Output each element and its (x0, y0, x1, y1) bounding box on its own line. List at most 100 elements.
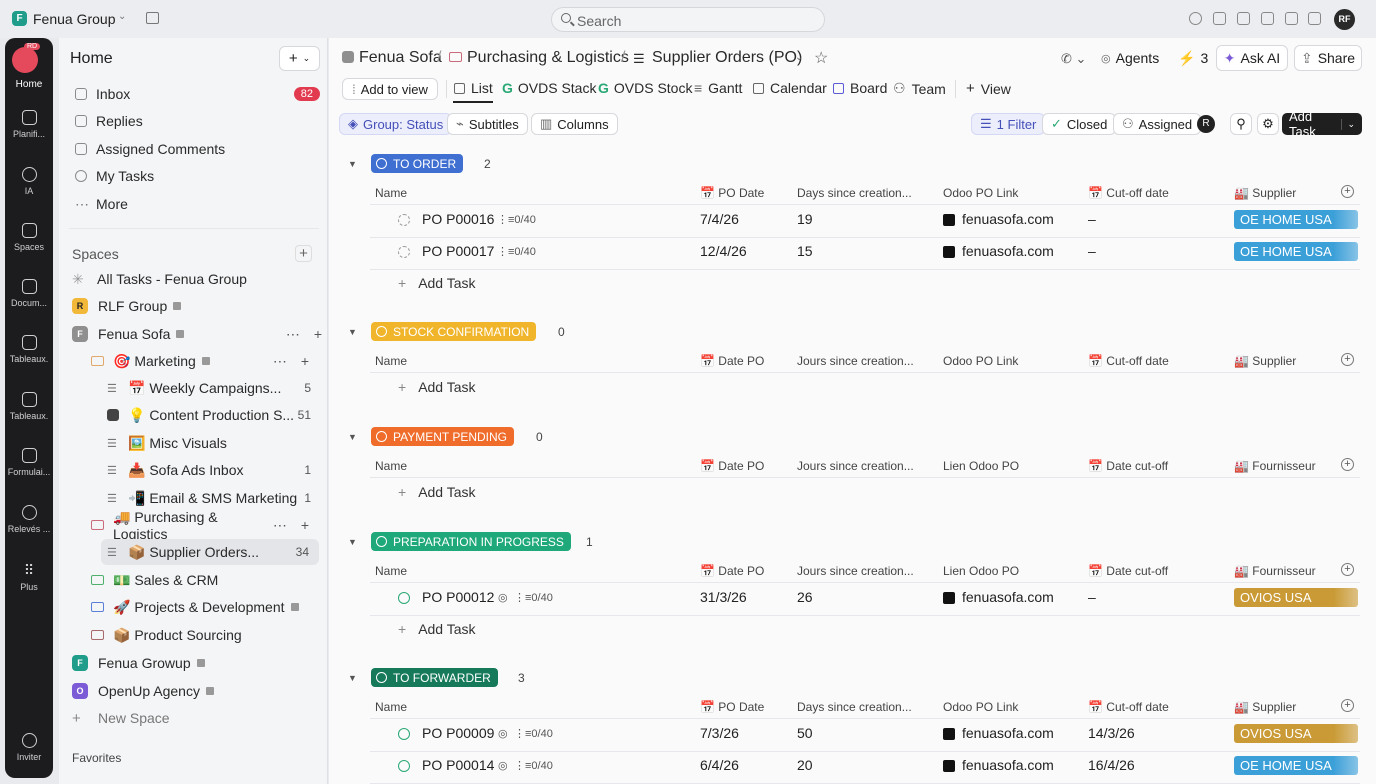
task-status-icon[interactable] (398, 246, 410, 258)
cutoff-cell[interactable]: – (1088, 589, 1096, 605)
subtitles-button[interactable]: ⌁ Subtitles (447, 113, 528, 135)
column-header[interactable]: Name (375, 459, 407, 473)
more-icon[interactable]: ⋯ (286, 326, 300, 343)
collapse-caret[interactable]: ▼ (348, 432, 357, 442)
task-status-icon[interactable] (398, 728, 410, 740)
rail-docs[interactable]: Docum... (5, 279, 53, 308)
column-header[interactable]: 📅 Cut-off date (1088, 354, 1169, 368)
star-icon[interactable]: ☆ (814, 48, 828, 68)
sidebar-folder-sourcing[interactable]: 📦 Product Sourcing (91, 622, 353, 648)
add-column-button[interactable]: + (1341, 563, 1354, 576)
chevron-down-icon[interactable]: ⌄ (118, 11, 126, 22)
home-icon[interactable] (12, 47, 38, 73)
rail-planning[interactable]: Planifi... (5, 110, 53, 139)
shield-icon[interactable] (1213, 12, 1226, 25)
column-header[interactable]: Name (375, 354, 407, 368)
collapse-caret[interactable]: ▼ (348, 537, 357, 547)
status-pill[interactable]: STOCK CONFIRMATION (371, 322, 537, 341)
po-date-cell[interactable]: 7/3/26 (700, 725, 739, 741)
column-header[interactable]: 🏭 Supplier (1234, 700, 1296, 714)
breadcrumb-space[interactable]: Fenua Sofa (359, 49, 442, 67)
breadcrumb-list[interactable]: Supplier Orders (PO) (652, 49, 802, 67)
plus-icon[interactable]: + (301, 353, 309, 370)
column-header[interactable]: 🏭 Fournisseur (1234, 459, 1316, 473)
chevron-down-icon[interactable]: ⌄ (795, 52, 803, 63)
sidebar-item-inbox[interactable]: Inbox 82 (75, 81, 337, 107)
add-task-row[interactable]: + Add Task (398, 621, 476, 637)
doc-icon[interactable] (1261, 12, 1274, 25)
rail-spaces[interactable]: Spaces (5, 223, 53, 252)
rail-whiteboards[interactable]: Tableaux. (5, 392, 53, 421)
more-icon[interactable]: ⋯ (273, 517, 287, 534)
sidebar-folder-projects[interactable]: 🚀 Projects & Development (91, 594, 321, 620)
supplier-tag[interactable]: OE HOME USA (1234, 210, 1358, 229)
plus-icon[interactable]: + (314, 326, 322, 343)
subtasks-indicator[interactable]: ⋮≡0/40 (514, 759, 553, 772)
row-actions[interactable]: ⋯ + (273, 517, 321, 534)
supplier-tag[interactable]: OE HOME USA (1234, 756, 1358, 775)
odoo-link-cell[interactable]: fenuasofa.com (943, 725, 1054, 741)
rail-home[interactable]: Home (5, 79, 53, 90)
add-column-button[interactable]: + (1341, 353, 1354, 366)
sidebar-space-fenua-growup[interactable]: F Fenua Growup (72, 650, 334, 676)
column-header[interactable]: Jours since creation... (797, 354, 914, 368)
link-text[interactable]: fenuasofa.com (962, 589, 1054, 605)
sidebar-space-rlf[interactable]: R RLF Group (72, 293, 334, 319)
add-view-button[interactable]: + View (966, 80, 1011, 97)
task-name[interactable]: PO P00017 (422, 243, 494, 259)
sidebar-item-my-tasks[interactable]: My Tasks (75, 163, 337, 189)
check-icon[interactable] (1189, 12, 1202, 25)
sidebar-item-all-tasks[interactable]: ✳ All Tasks - Fenua Group (72, 266, 334, 292)
task-name[interactable]: PO P00009 (422, 725, 494, 741)
odoo-link-cell[interactable]: fenuasofa.com (943, 589, 1054, 605)
new-space-button[interactable]: + New Space (72, 705, 334, 731)
task-name[interactable]: PO P00014 (422, 757, 494, 773)
create-button[interactable]: + ⌄ (279, 46, 320, 71)
status-pill[interactable]: TO FORWARDER (371, 668, 498, 687)
column-header[interactable]: Odoo PO Link (943, 186, 1018, 200)
phone-icon[interactable]: ✆ ⌄ (1061, 51, 1086, 67)
closed-button[interactable]: ✓ Closed (1042, 113, 1117, 135)
column-header[interactable]: 📅 PO Date (700, 186, 764, 200)
row-actions[interactable]: ⋯ + (273, 353, 321, 370)
favorites-label[interactable]: Favorites (72, 751, 121, 765)
rail-forms[interactable]: Formulai... (5, 448, 53, 477)
column-header[interactable]: Name (375, 564, 407, 578)
column-header[interactable]: 📅 Date PO (700, 564, 764, 578)
subtasks-indicator[interactable]: ⋮≡0/40 (497, 213, 536, 226)
column-header[interactable]: Jours since creation... (797, 459, 914, 473)
sidebar-space-fenua-sofa[interactable]: F Fenua Sofa ⋯ + (72, 321, 334, 347)
sidebar-item-replies[interactable]: Replies (75, 108, 337, 134)
supplier-tag[interactable]: OE HOME USA (1234, 242, 1358, 261)
sidebar-list-item[interactable]: ☰ 📲 Email & SMS Marketing 1 (107, 485, 321, 511)
status-pill[interactable]: TO ORDER (371, 154, 464, 173)
task-status-icon[interactable] (398, 214, 410, 226)
column-header[interactable]: 📅 PO Date (700, 700, 764, 714)
column-header[interactable]: 📅 Cut-off date (1088, 700, 1169, 714)
assigned-button[interactable]: ⚇ Assigned (1113, 113, 1202, 135)
add-column-button[interactable]: + (1341, 185, 1354, 198)
status-pill[interactable]: PAYMENT PENDING (371, 427, 515, 446)
sidebar-item-assigned-comments[interactable]: Assigned Comments (75, 136, 337, 162)
tab-board[interactable]: Board (833, 80, 887, 96)
column-header[interactable]: 📅 Date cut-off (1088, 459, 1168, 473)
chevron-down-icon[interactable]: ⌄ (1341, 118, 1355, 130)
ask-ai-button[interactable]: ✦ Ask AI (1216, 45, 1288, 71)
add-task-button[interactable]: Add Task ⌄ (1282, 109, 1362, 139)
column-header[interactable]: Lien Odoo PO (943, 564, 1019, 578)
task-status-icon[interactable] (398, 760, 410, 772)
sidebar-folder-purchasing[interactable]: 🚚 Purchasing & Logistics ⋯ + (91, 509, 321, 542)
odoo-link-cell[interactable]: fenuasofa.com (943, 243, 1054, 259)
column-header[interactable]: 🏭 Supplier (1234, 354, 1296, 368)
video-icon[interactable] (1237, 12, 1250, 25)
workspace-logo[interactable]: F (12, 11, 27, 26)
add-task-row[interactable]: + Add Task (398, 275, 476, 291)
column-header[interactable]: Name (375, 700, 407, 714)
column-header[interactable]: Odoo PO Link (943, 354, 1018, 368)
sidebar-list-item[interactable]: 💡 Content Production S... 51 (107, 402, 321, 428)
user-avatar[interactable]: RF (1334, 9, 1355, 30)
po-date-cell[interactable]: 31/3/26 (700, 589, 747, 605)
cutoff-cell[interactable]: 16/4/26 (1088, 757, 1135, 773)
tab-list[interactable]: List (454, 80, 493, 96)
image-icon[interactable] (1285, 12, 1298, 25)
